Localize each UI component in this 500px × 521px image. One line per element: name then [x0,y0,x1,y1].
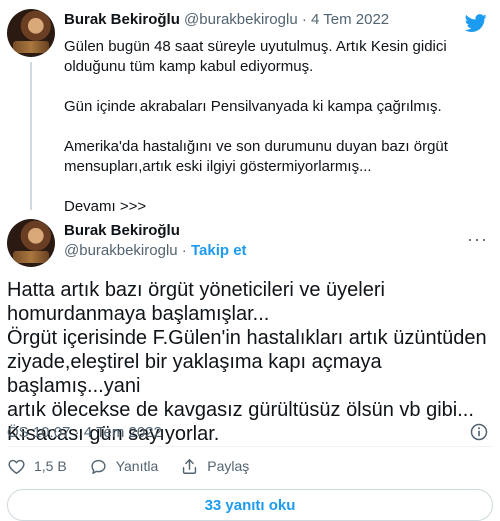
tweet-time[interactable]: ÖS 10:07 [7,424,70,441]
thread-line [30,62,32,210]
reply-label: Yanıtla [115,458,159,474]
tweet-timestamp[interactable]: ÖS 10:07 · 4 Tem 2022 [7,424,162,441]
author-handle-row: @burakbekiroglu · Takip et [64,242,247,259]
author-handle[interactable]: @burakbekiroglu [184,11,298,28]
like-count: 1,5 B [34,458,67,474]
heart-icon [8,459,25,474]
like-button[interactable]: 1,5 B [7,457,67,476]
share-button[interactable]: Paylaş [180,457,249,476]
tweet-line: Gülen bugün 48 saat süreyle uyutulmuş. A… [64,38,447,75]
author-name[interactable]: Burak Bekiroğlu [64,11,180,28]
avatar[interactable] [7,219,55,267]
info-icon[interactable] [469,422,489,442]
avatar[interactable] [7,9,55,57]
action-bar: 1,5 B Yanıtla Paylaş [7,454,271,478]
tweet-line: Amerika'da hastalığını ve son durumunu d… [64,138,448,175]
separator: · [181,242,187,259]
separator: · [301,11,307,28]
tweet-line: Gün içinde akrabaları Pensilvanyada ki k… [64,98,442,115]
share-icon [183,458,197,474]
tweet-line: Örgüt içerisinde F.Gülen'in hastalıkları… [7,327,487,349]
tweet-date[interactable]: 4 Tem 2022 [84,424,162,441]
tweet-header: Burak Bekiroğlu @burakbekiroglu · 4 Tem … [64,11,389,28]
continue-link[interactable]: Devamı >>> [64,197,489,217]
tweet-line: homurdanmaya başlamışlar... [7,303,270,325]
tweet-date[interactable]: 4 Tem 2022 [311,11,389,28]
author-name[interactable]: Burak Bekiroğlu [64,222,180,239]
divider [7,446,493,447]
follow-button[interactable]: Takip et [191,242,247,259]
parent-tweet[interactable]: Burak Bekiroğlu @burakbekiroglu · 4 Tem … [0,0,500,215]
twitter-bird-icon[interactable] [465,12,487,34]
tweet-line: Hatta artık bazı örgüt yöneticileri ve ü… [7,279,385,301]
tweet-body: Gülen bugün 48 saat süreyle uyutulmuş. A… [64,37,489,217]
tweet-text: Hatta artık bazı örgüt yöneticileri ve ü… [7,278,493,446]
tweet-line: ziyade,eleştirel bir yaklaşıma kapı açma… [7,351,382,397]
read-replies-button[interactable]: 33 yanıtı oku [7,489,493,521]
tweet-line: artık ölecekse de kavgasız gürültüsüz öl… [7,399,474,421]
author-handle[interactable]: @burakbekiroglu [64,242,178,259]
reply-bubble-icon [91,459,106,474]
more-options-icon[interactable]: ··· [467,229,488,250]
reply-button[interactable]: Yanıtla [89,457,159,476]
share-label: Paylaş [207,458,250,474]
